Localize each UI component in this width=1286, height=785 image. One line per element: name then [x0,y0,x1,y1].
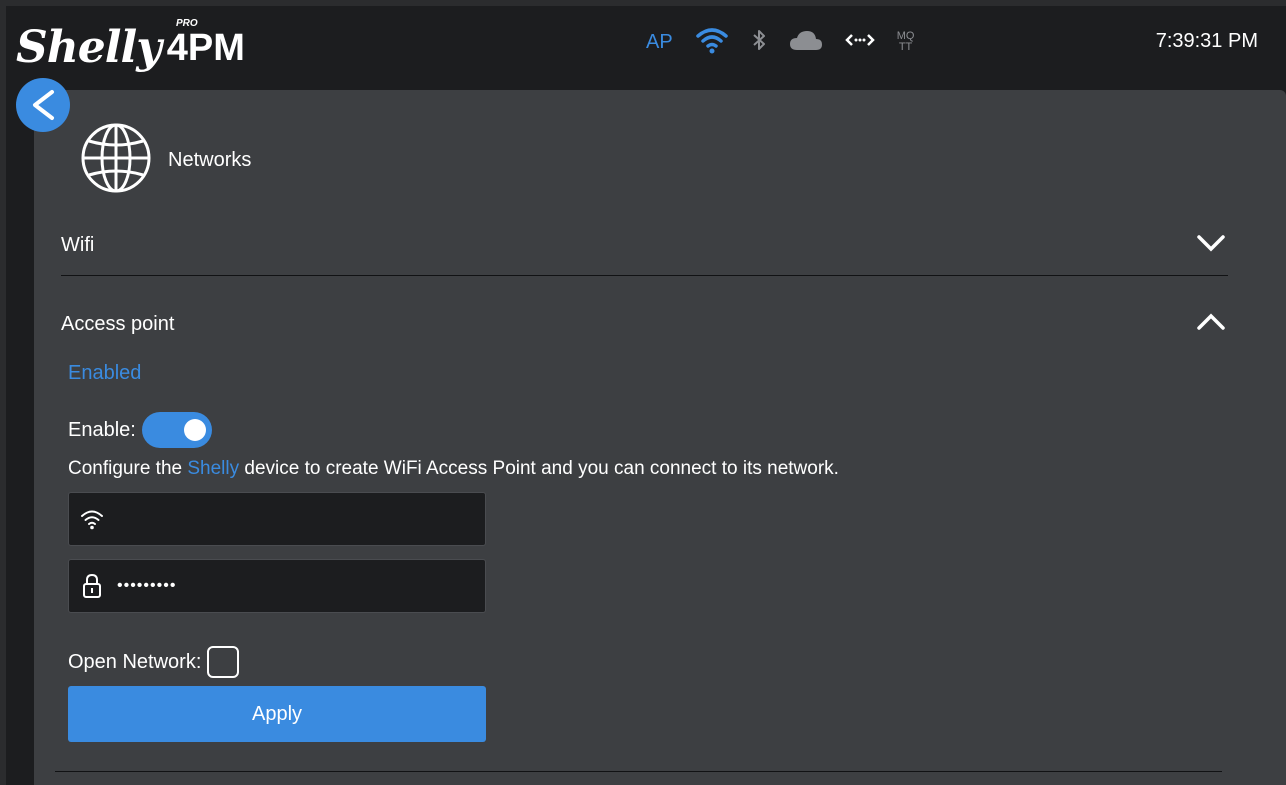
globe-icon [78,120,154,201]
chevron-up-icon [1196,312,1226,337]
wifi-section-header[interactable]: Wifi [61,215,1228,275]
page-header: Networks [78,120,251,201]
status-bar: AP MQ TT [646,26,914,58]
section-divider [55,771,1222,772]
description-highlight[interactable]: Shelly [187,458,239,479]
websocket-icon [844,32,875,53]
shelly-logo: Shelly PRO 4PM [16,12,245,72]
wifi-section-label: Wifi [61,233,95,256]
chevron-down-icon [1196,233,1226,258]
mqtt-bottom: TT [898,41,913,53]
mqtt-status: MQ TT [897,31,915,53]
ssid-field[interactable] [68,492,486,546]
logo-model: 4PM [166,27,245,69]
password-field[interactable] [68,559,486,613]
wifi-icon [695,26,729,59]
open-network-row: Open Network: [68,646,240,678]
access-point-section-header[interactable]: Access point [61,294,1228,354]
cloud-icon [789,29,823,56]
ssid-input[interactable] [115,498,485,540]
description-suffix: device to create WiFi Access Point and y… [239,458,839,479]
toggle-knob [183,419,206,441]
chevron-left-icon [33,90,54,120]
description-prefix: Configure the [68,458,188,479]
app-frame: Shelly PRO 4PM AP MQ TT 7:39:31 PM Netwo… [6,6,1286,785]
lock-icon [69,573,115,599]
section-wifi: Wifi [61,215,1228,276]
wifi-icon [69,508,115,530]
page-title: Networks [168,149,252,171]
section-access-point: Access point [61,294,1228,354]
open-network-checkbox[interactable] [207,646,240,678]
ap-description: Configure the Shelly device to create Wi… [68,458,839,480]
enable-row: Enable: [68,412,212,448]
settings-panel: Networks Wifi Access point Enabled Enabl… [34,90,1286,785]
ap-status-text: Enabled [68,362,142,384]
enable-toggle[interactable] [141,412,212,448]
bluetooth-icon [751,28,767,57]
logo-pro: PRO [176,18,198,29]
clock: 7:39:31 PM [1155,30,1258,52]
ap-status: AP [646,30,673,53]
header: Shelly PRO 4PM AP MQ TT 7:39:31 PM [6,6,1286,90]
password-input[interactable] [115,565,485,607]
access-point-section-label: Access point [61,312,175,335]
open-network-label: Open Network: [68,650,202,673]
logo-brand: Shelly [16,22,162,73]
apply-button[interactable]: Apply [68,686,486,742]
back-button[interactable] [16,78,70,132]
enable-label: Enable: [68,418,136,441]
